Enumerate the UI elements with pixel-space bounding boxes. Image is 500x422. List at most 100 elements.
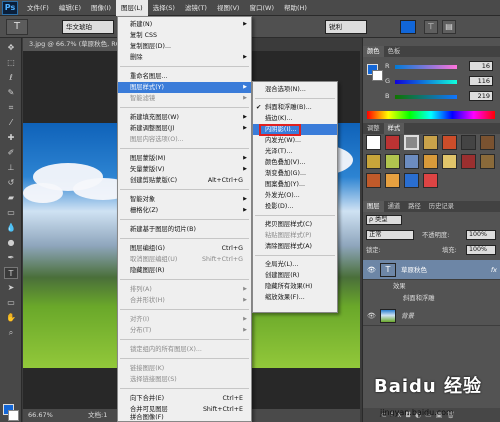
- tab-history[interactable]: 历史记录: [425, 201, 458, 212]
- move-tool-icon[interactable]: ✥: [4, 42, 18, 54]
- menu-layer-mask[interactable]: 图层蒙版(M) ▶: [118, 153, 251, 164]
- effects-row[interactable]: 效果: [363, 281, 500, 293]
- menu-smart-object[interactable]: 智能对象 ▶: [118, 194, 251, 205]
- submenu-satin[interactable]: 光泽(T)...: [253, 146, 337, 157]
- layer-kind-filter[interactable]: ρ 类型: [366, 215, 402, 225]
- submenu-stroke[interactable]: 描边(K)...: [253, 113, 337, 124]
- fx-icon[interactable]: fx: [491, 260, 497, 280]
- document-tab[interactable]: 3.jpg @ 66.7% (草原秋色, RGB/8): [23, 38, 118, 51]
- menu-new[interactable]: 新建(N) ▶: [118, 19, 251, 30]
- text-color-swatch[interactable]: [400, 20, 416, 34]
- submenu-pattern-overlay[interactable]: 图案叠加(Y)...: [253, 179, 337, 190]
- stamp-tool-icon[interactable]: ⊥: [4, 162, 18, 174]
- blend-mode-select[interactable]: 正常: [366, 230, 414, 240]
- menu-file[interactable]: 文件(F): [22, 0, 54, 16]
- background-color-icon[interactable]: [8, 410, 19, 421]
- menu-copy-css[interactable]: 复制 CSS: [118, 30, 251, 41]
- menu-edit[interactable]: 编辑(E): [54, 0, 86, 16]
- submenu-clear-layer-style[interactable]: 清除图层样式(A): [253, 241, 337, 252]
- style-swatch[interactable]: [480, 154, 495, 169]
- gradient-tool-icon[interactable]: ▭: [4, 207, 18, 219]
- zoom-tool-icon[interactable]: ⌕: [4, 327, 18, 339]
- style-swatch[interactable]: [366, 173, 381, 188]
- submenu-copy-layer-style[interactable]: 拷贝图层样式(C): [253, 219, 337, 230]
- red-value[interactable]: 16: [469, 61, 493, 71]
- marquee-tool-icon[interactable]: ⬚: [4, 57, 18, 69]
- color-spectrum[interactable]: [367, 111, 495, 119]
- healing-tool-icon[interactable]: ✚: [4, 132, 18, 144]
- submenu-paste-layer-style[interactable]: 粘贴图层样式(P): [253, 230, 337, 241]
- layer-row-text[interactable]: 👁 T 草原秋色 fx: [363, 260, 500, 280]
- quick-select-tool-icon[interactable]: ✎: [4, 87, 18, 99]
- style-swatch[interactable]: [423, 135, 438, 150]
- path-select-tool-icon[interactable]: ➤: [4, 282, 18, 294]
- menu-window[interactable]: 窗口(W): [244, 0, 279, 16]
- blue-value[interactable]: 219: [469, 91, 493, 101]
- menu-select-linked-layers[interactable]: 选择链接图层(S): [118, 374, 251, 385]
- dodge-tool-icon[interactable]: ●: [4, 237, 18, 249]
- character-panel-icon[interactable]: ▤: [442, 20, 456, 34]
- effect-item-row[interactable]: 斜面和浮雕: [363, 293, 500, 305]
- menu-new-adjustment-layer[interactable]: 新建调整图层(J) ▶: [118, 123, 251, 134]
- menu-rasterize[interactable]: 栅格化(Z) ▶: [118, 205, 251, 216]
- menu-create-clipping-mask[interactable]: 创建剪贴蒙版(C) Alt+Ctrl+G: [118, 175, 251, 186]
- submenu-color-overlay[interactable]: 颜色叠加(V)...: [253, 157, 337, 168]
- style-swatch[interactable]: [442, 154, 457, 169]
- style-swatch[interactable]: [461, 135, 476, 150]
- style-swatch[interactable]: [404, 135, 419, 150]
- opacity-input[interactable]: 100%: [466, 230, 496, 240]
- menu-vector-mask[interactable]: 矢量蒙版(V) ▶: [118, 164, 251, 175]
- style-swatch[interactable]: [385, 173, 400, 188]
- crop-tool-icon[interactable]: ⌗: [4, 102, 18, 114]
- menu-select[interactable]: 选择(S): [148, 0, 180, 16]
- submenu-gradient-overlay[interactable]: 渐变叠加(G)...: [253, 168, 337, 179]
- submenu-blending-options[interactable]: 混合选项(N)...: [253, 84, 337, 95]
- style-swatch[interactable]: [442, 135, 457, 150]
- blue-slider[interactable]: B 219: [385, 91, 497, 102]
- panel-background-color-icon[interactable]: [372, 70, 383, 81]
- lasso-tool-icon[interactable]: ℓ: [4, 72, 18, 84]
- style-swatch[interactable]: [385, 135, 400, 150]
- style-swatch[interactable]: [366, 135, 381, 150]
- menu-new-layer-based-slice[interactable]: 新建基于图层的切片(B): [118, 224, 251, 235]
- rectangle-tool-icon[interactable]: ▭: [4, 297, 18, 309]
- submenu-bevel-emboss[interactable]: ✔ 斜面和浮雕(B)...: [253, 102, 337, 113]
- style-swatch[interactable]: [423, 154, 438, 169]
- red-slider[interactable]: R 16: [385, 61, 497, 72]
- menu-image[interactable]: 图像(I): [86, 0, 116, 16]
- menu-hide-layers[interactable]: 隐藏图层(R): [118, 265, 251, 276]
- type-tool-icon-box[interactable]: T: [4, 267, 18, 279]
- menu-delete[interactable]: 删除 ▶: [118, 52, 251, 63]
- menu-help[interactable]: 帮助(H): [279, 0, 312, 16]
- style-swatch[interactable]: [404, 173, 419, 188]
- visibility-eye-icon[interactable]: 👁: [367, 306, 376, 326]
- brush-tool-icon[interactable]: ✐: [4, 147, 18, 159]
- menu-lock-layers-in-group[interactable]: 锁定组内的所有图层(X)...: [118, 344, 251, 355]
- submenu-scale-effects[interactable]: 缩放效果(F)...: [253, 292, 337, 303]
- tab-channels[interactable]: 通道: [384, 201, 405, 212]
- style-swatch[interactable]: [423, 173, 438, 188]
- hand-tool-icon[interactable]: ✋: [4, 312, 18, 324]
- eraser-tool-icon[interactable]: ▰: [4, 192, 18, 204]
- antialias-select[interactable]: 锐利: [325, 20, 367, 34]
- tab-swatches[interactable]: 色板: [384, 46, 405, 57]
- menu-rename-layer[interactable]: 重命名图层...: [118, 71, 251, 82]
- pen-tool-icon[interactable]: ✒: [4, 252, 18, 264]
- menu-layer[interactable]: 图层(L): [116, 0, 148, 16]
- menu-ungroup-layers[interactable]: 取消图层编组(U) Shift+Ctrl+G: [118, 254, 251, 265]
- eyedropper-tool-icon[interactable]: ⁄: [4, 117, 18, 129]
- menu-new-fill-layer[interactable]: 新建填充图层(W) ▶: [118, 112, 251, 123]
- fill-input[interactable]: 100%: [466, 245, 496, 255]
- menu-layer-style[interactable]: 图层样式(Y) ▶: [118, 82, 251, 93]
- menu-merge-down[interactable]: 向下合并(E) Ctrl+E: [118, 393, 251, 404]
- menu-arrange[interactable]: 排列(A) ▶: [118, 284, 251, 295]
- menu-flatten-image[interactable]: 拼合图像(F): [118, 412, 251, 422]
- submenu-hide-all-effects[interactable]: 隐藏所有效果(H): [253, 281, 337, 292]
- submenu-outer-glow[interactable]: 外发光(O)...: [253, 190, 337, 201]
- style-swatch[interactable]: [480, 135, 495, 150]
- submenu-inner-glow[interactable]: 内发光(W)...: [253, 135, 337, 146]
- green-value[interactable]: 116: [469, 76, 493, 86]
- menu-smart-filter[interactable]: 智能滤镜 ▶: [118, 93, 251, 104]
- font-family-select[interactable]: 华文琥珀: [62, 20, 114, 34]
- menu-group-layers[interactable]: 图层编组(G) Ctrl+G: [118, 243, 251, 254]
